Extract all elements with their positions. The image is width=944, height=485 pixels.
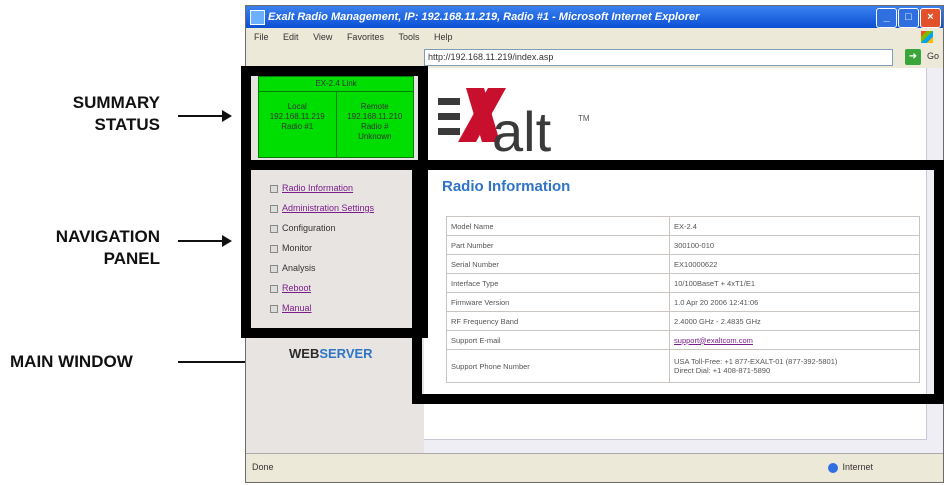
logo-wordmark: alt (492, 100, 552, 163)
window-title: Exalt Radio Management, IP: 192.168.11.2… (268, 11, 700, 23)
windows-logo-icon (921, 31, 933, 43)
main-window-highlight-box (412, 160, 944, 404)
menu-edit[interactable]: Edit (283, 32, 299, 42)
menu-help[interactable]: Help (434, 32, 453, 42)
webserver-logo: WEBSERVER (289, 346, 373, 361)
annotation-line: PANEL (103, 249, 160, 268)
annotation-arrow-summary (178, 110, 232, 122)
annotation-line: STATUS (94, 115, 160, 134)
summary-highlight-box (241, 66, 428, 170)
navigation-highlight-box (241, 160, 428, 338)
annotation-line: NAVIGATION (55, 227, 160, 246)
globe-icon (828, 462, 839, 473)
menu-file[interactable]: File (254, 32, 269, 42)
webserver-part2: SERVER (319, 346, 373, 361)
annotation-line: SUMMARY (72, 93, 160, 112)
close-button[interactable]: × (920, 8, 941, 28)
status-text: Done (252, 462, 274, 472)
go-button-label[interactable]: Go (927, 51, 939, 61)
zone-label: Internet (842, 462, 873, 472)
menu-view[interactable]: View (313, 32, 332, 42)
menu-favorites[interactable]: Favorites (347, 32, 384, 42)
minimize-button[interactable]: _ (876, 8, 897, 28)
menu-bar: File Edit View Favorites Tools Help (246, 28, 943, 46)
annotation-navigation-panel: NAVIGATION PANEL (20, 226, 160, 270)
maximize-button[interactable]: □ (898, 8, 919, 28)
horizontal-scrollbar[interactable] (424, 439, 927, 454)
annotation-main-window: MAIN WINDOW (10, 352, 133, 371)
address-input[interactable]: http://192.168.11.219/index.asp (424, 49, 893, 66)
annotation-arrow-navigation (178, 235, 232, 247)
ie-icon (250, 10, 265, 25)
menu-tools[interactable]: Tools (398, 32, 419, 42)
go-arrow-icon[interactable]: ➜ (905, 49, 921, 65)
title-bar: Exalt Radio Management, IP: 192.168.11.2… (246, 6, 943, 28)
webserver-part1: WEB (289, 346, 320, 361)
zone-indicator: Internet (828, 462, 873, 473)
annotation-summary-status: SUMMARY STATUS (40, 92, 160, 136)
logo-trademark: TM (578, 114, 590, 123)
status-bar: Done Internet (246, 453, 943, 482)
